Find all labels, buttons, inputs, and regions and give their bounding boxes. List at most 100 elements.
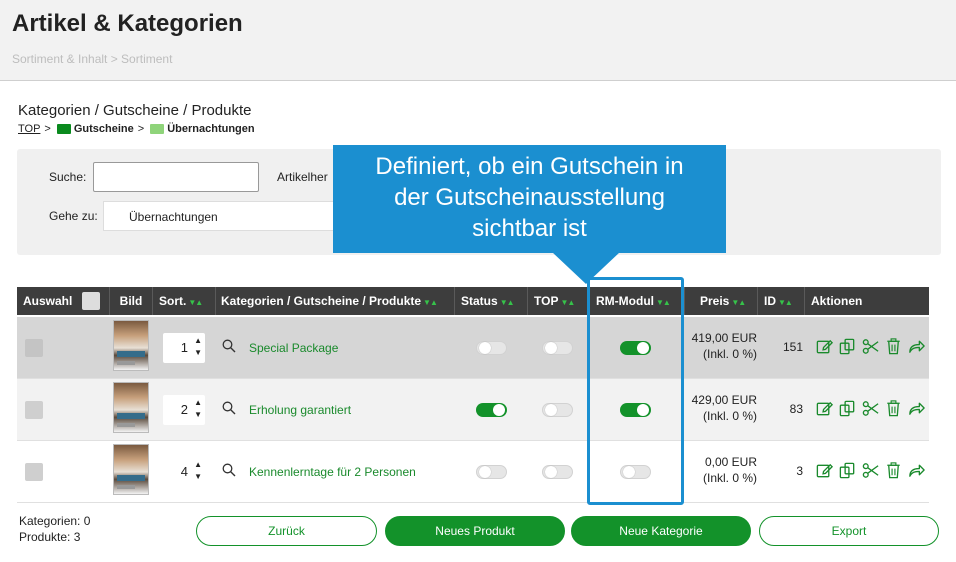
price-value: 0,00 EUR <box>704 455 757 469</box>
breadcrumb[interactable]: Sortiment & Inhalt > Sortiment <box>12 52 172 66</box>
header-price-label: Preis <box>700 294 730 308</box>
sort-value: 2 <box>180 402 188 417</box>
search-label: Suche: <box>49 170 87 184</box>
trash-icon[interactable] <box>884 399 903 418</box>
search-input[interactable] <box>93 162 259 192</box>
price-tax-note: (Inkl. 0 %) <box>702 471 757 485</box>
callout-line: Definiert, ob ein Gutschein in <box>375 153 684 180</box>
categories-count: Kategorien: 0 <box>19 514 91 528</box>
trash-icon[interactable] <box>884 337 903 356</box>
header-status[interactable]: Status ▼▲ <box>455 287 528 315</box>
row-actions <box>815 461 926 480</box>
path-folder-uebernachtungen[interactable]: Übernachtungen <box>167 123 254 135</box>
sort-arrows-icon[interactable]: ▼▲ <box>560 289 575 317</box>
copy-icon[interactable] <box>838 399 857 418</box>
section-title: Kategorien / Gutscheine / Produkte <box>18 102 252 119</box>
folder-icon <box>56 124 71 134</box>
row-checkbox[interactable] <box>25 463 43 481</box>
sort-value: 4 <box>180 464 188 479</box>
header-id-label: ID <box>764 294 776 308</box>
sort-arrows-icon[interactable]: ▼▲ <box>778 289 793 317</box>
header-image: Bild <box>110 287 153 315</box>
search-icon[interactable] <box>222 339 236 353</box>
status-toggle[interactable] <box>476 465 507 479</box>
id-cell: 3 <box>796 464 803 478</box>
callout-line: sichtbar ist <box>472 215 587 242</box>
table-row: 4 ▲ ▼ Kennenlerntage für 2 Personen 0,00 … <box>17 441 929 503</box>
row-actions <box>815 337 926 356</box>
sort-arrows-icon[interactable]: ▼▲ <box>500 289 515 317</box>
copy-icon[interactable] <box>838 461 857 480</box>
header-sort[interactable]: Sort. ▼▲ <box>153 287 216 315</box>
header-name[interactable]: Kategorien / Gutscheine / Produkte ▼▲ <box>216 287 455 315</box>
row-checkbox[interactable] <box>25 339 43 357</box>
select-all-checkbox[interactable] <box>81 291 100 310</box>
price-cell: 429,00 EUR (Inkl. 0 %) <box>685 392 757 424</box>
goto-select[interactable]: Übernachtungen <box>103 201 335 231</box>
search-icon[interactable] <box>222 401 236 415</box>
share-arrow-icon[interactable] <box>907 337 926 356</box>
scissors-icon[interactable] <box>861 399 880 418</box>
header-price[interactable]: Preis ▼▲ <box>685 287 758 315</box>
header-top[interactable]: TOP ▼▲ <box>528 287 590 315</box>
edit-icon[interactable] <box>815 337 834 356</box>
sort-stepper[interactable]: 2 ▲ ▼ <box>163 395 205 425</box>
price-tax-note: (Inkl. 0 %) <box>702 347 757 361</box>
stepper-arrows-icon[interactable]: ▲ ▼ <box>194 459 202 483</box>
stepper-arrows-icon[interactable]: ▲ ▼ <box>194 397 202 421</box>
stepper-arrows-icon[interactable]: ▲ ▼ <box>194 335 202 359</box>
row-actions <box>815 399 926 418</box>
top-toggle[interactable] <box>542 465 573 479</box>
goto-label: Gehe zu: <box>49 209 98 223</box>
new-product-button[interactable]: Neues Produkt <box>385 516 565 546</box>
edit-icon[interactable] <box>815 399 834 418</box>
header-id[interactable]: ID ▼▲ <box>758 287 805 315</box>
sort-arrows-icon[interactable]: ▼▲ <box>423 289 438 317</box>
id-cell: 83 <box>789 402 803 416</box>
sort-arrows-icon[interactable]: ▼▲ <box>731 289 746 317</box>
folder-open-icon <box>150 124 165 134</box>
sort-stepper[interactable]: 4 ▲ ▼ <box>163 457 205 487</box>
top-toggle[interactable] <box>542 403 573 417</box>
edit-icon[interactable] <box>815 461 834 480</box>
price-tax-note: (Inkl. 0 %) <box>702 409 757 423</box>
back-button[interactable]: Zurück <box>196 516 377 546</box>
share-arrow-icon[interactable] <box>907 461 926 480</box>
sort-stepper[interactable]: 1 ▲ ▼ <box>163 333 205 363</box>
price-cell: 419,00 EUR (Inkl. 0 %) <box>685 330 757 362</box>
price-value: 429,00 EUR <box>691 393 757 407</box>
scissors-icon[interactable] <box>861 461 880 480</box>
products-count: Produkte: 3 <box>19 530 81 544</box>
product-name-link[interactable]: Erholung garantiert <box>249 403 351 417</box>
export-button[interactable]: Export <box>759 516 939 546</box>
scissors-icon[interactable] <box>861 337 880 356</box>
id-cell: 151 <box>782 340 803 354</box>
new-category-button[interactable]: Neue Kategorie <box>571 516 751 546</box>
tooltip-callout: Definiert, ob ein Gutschein in der Gutsc… <box>333 145 726 253</box>
status-toggle[interactable] <box>476 403 507 417</box>
header-sort-label: Sort. <box>159 294 187 308</box>
status-toggle[interactable] <box>476 341 507 355</box>
header-name-label: Kategorien / Gutscheine / Produkte <box>221 294 422 308</box>
page-header: Artikel & Kategorien Sortiment & Inhalt … <box>0 0 956 81</box>
price-value: 419,00 EUR <box>691 331 757 345</box>
callout-line: der Gutscheinausstellung <box>394 184 665 211</box>
product-name-link[interactable]: Kennenlerntage für 2 Personen <box>249 465 416 479</box>
top-toggle[interactable] <box>542 341 573 355</box>
sort-arrows-icon[interactable]: ▼▲ <box>188 289 203 317</box>
row-checkbox[interactable] <box>25 401 43 419</box>
path-top-link[interactable]: TOP <box>18 123 40 135</box>
page-title: Artikel & Kategorien <box>12 10 243 37</box>
price-cell: 0,00 EUR (Inkl. 0 %) <box>685 454 757 486</box>
product-thumbnail <box>113 382 149 433</box>
header-select: Auswahl <box>17 287 110 315</box>
path-folder-gutscheine[interactable]: Gutscheine <box>74 123 134 135</box>
trash-icon[interactable] <box>884 461 903 480</box>
share-arrow-icon[interactable] <box>907 399 926 418</box>
copy-icon[interactable] <box>838 337 857 356</box>
header-top-label: TOP <box>534 294 559 308</box>
table-header: Auswahl Bild Sort. ▼▲ Kategorien / Gutsch… <box>17 287 929 315</box>
product-name-link[interactable]: Special Package <box>249 341 338 355</box>
search-icon[interactable] <box>222 463 236 477</box>
table-row: 1 ▲ ▼ Special Package 419,00 EUR (Inkl. 0 … <box>17 317 929 379</box>
